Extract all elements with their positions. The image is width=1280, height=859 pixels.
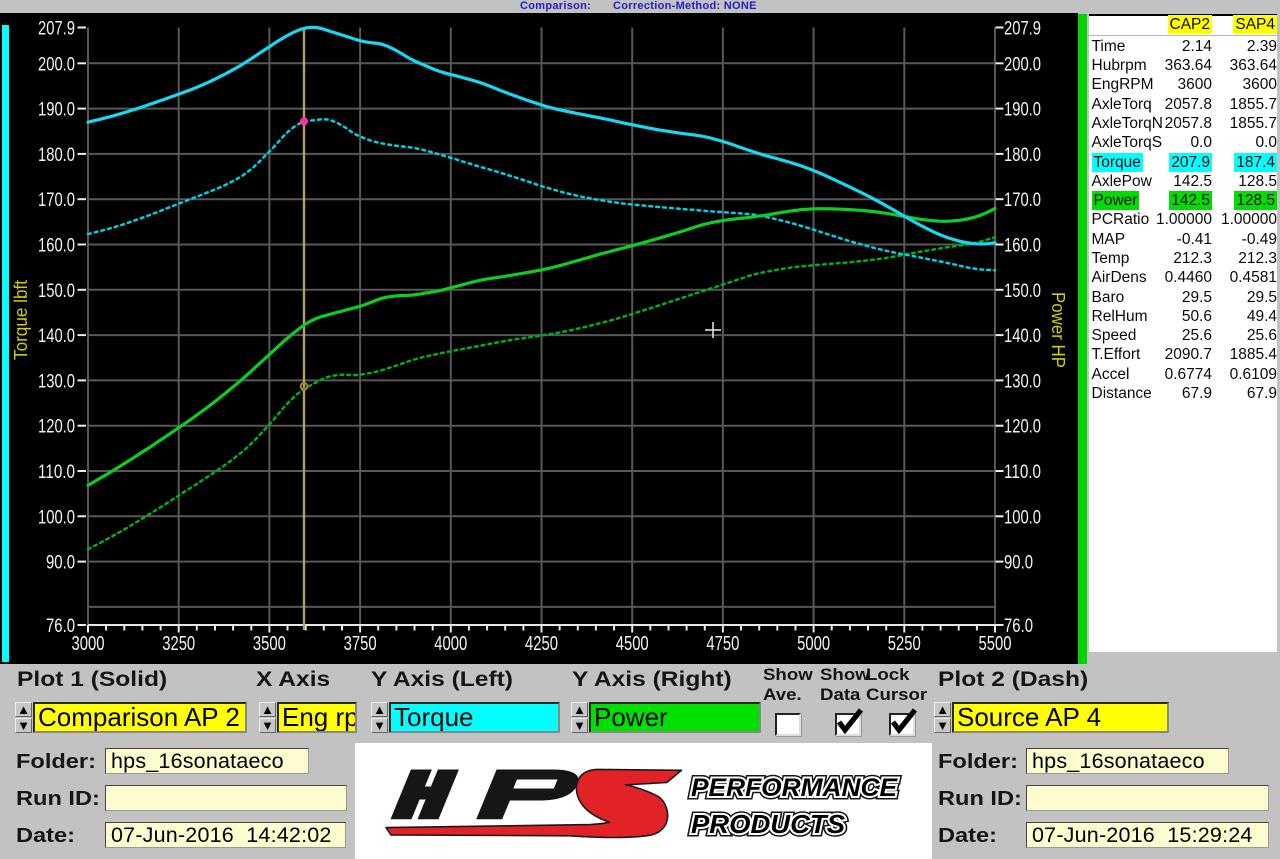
svg-text:PRODUCTS: PRODUCTS [691, 811, 845, 839]
svg-text:PERFORMANCE: PERFORMANCE [691, 774, 898, 802]
